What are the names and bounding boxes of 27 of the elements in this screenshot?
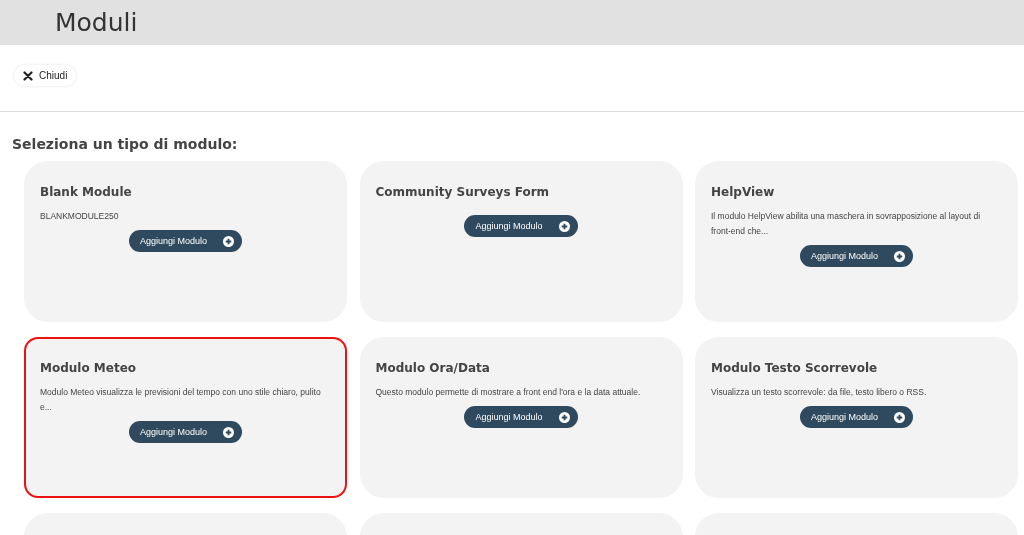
module-title: Modulo Testo Scorrevole bbox=[711, 361, 879, 375]
close-icon bbox=[23, 70, 33, 81]
add-module-button[interactable]: Aggiungi Modulo bbox=[799, 245, 914, 267]
plus-circle-icon bbox=[223, 426, 235, 438]
module-title: Community Surveys Form bbox=[375, 185, 551, 199]
module-description: Il modulo HelpView abilita una maschera in sovrapposizione al layout di front-end che... bbox=[711, 210, 982, 238]
close-button[interactable]: Chiudi bbox=[14, 65, 77, 86]
module-title: Modulo Ora/Data bbox=[375, 361, 491, 375]
add-module-button[interactable]: Aggiungi Modulo bbox=[128, 421, 243, 443]
add-module-button[interactable]: Aggiungi Modulo bbox=[464, 406, 578, 428]
module-description: BLANKMODULE250 bbox=[40, 210, 120, 223]
module-title: HelpView bbox=[711, 185, 776, 199]
section-heading: Seleziona un tipo di modulo: bbox=[12, 136, 239, 154]
add-module-button[interactable]: Aggiungi Modulo bbox=[128, 230, 243, 252]
plus-circle-icon bbox=[894, 411, 906, 423]
plus-circle-icon bbox=[894, 250, 906, 262]
module-title: Modulo Meteo bbox=[40, 361, 138, 375]
plus-circle-icon bbox=[558, 411, 570, 423]
page-title: Moduli bbox=[55, 8, 138, 37]
add-module-button[interactable]: Aggiungi Modulo bbox=[464, 215, 578, 237]
add-module-button[interactable]: Aggiungi Modulo bbox=[799, 406, 914, 428]
module-description: Questo modulo permette di mostrare a front end l'ora e la data attuale. bbox=[375, 386, 642, 399]
module-title: Blank Module bbox=[40, 185, 133, 199]
module-description: Visualizza un testo scorrevole: da file, testo libero o RSS. bbox=[711, 386, 928, 399]
plus-circle-icon bbox=[558, 220, 570, 232]
plus-circle-icon bbox=[223, 235, 235, 247]
module-description: Modulo Meteo visualizza le previsioni del tempo con uno stile chiaro, pulito e... bbox=[40, 386, 322, 414]
